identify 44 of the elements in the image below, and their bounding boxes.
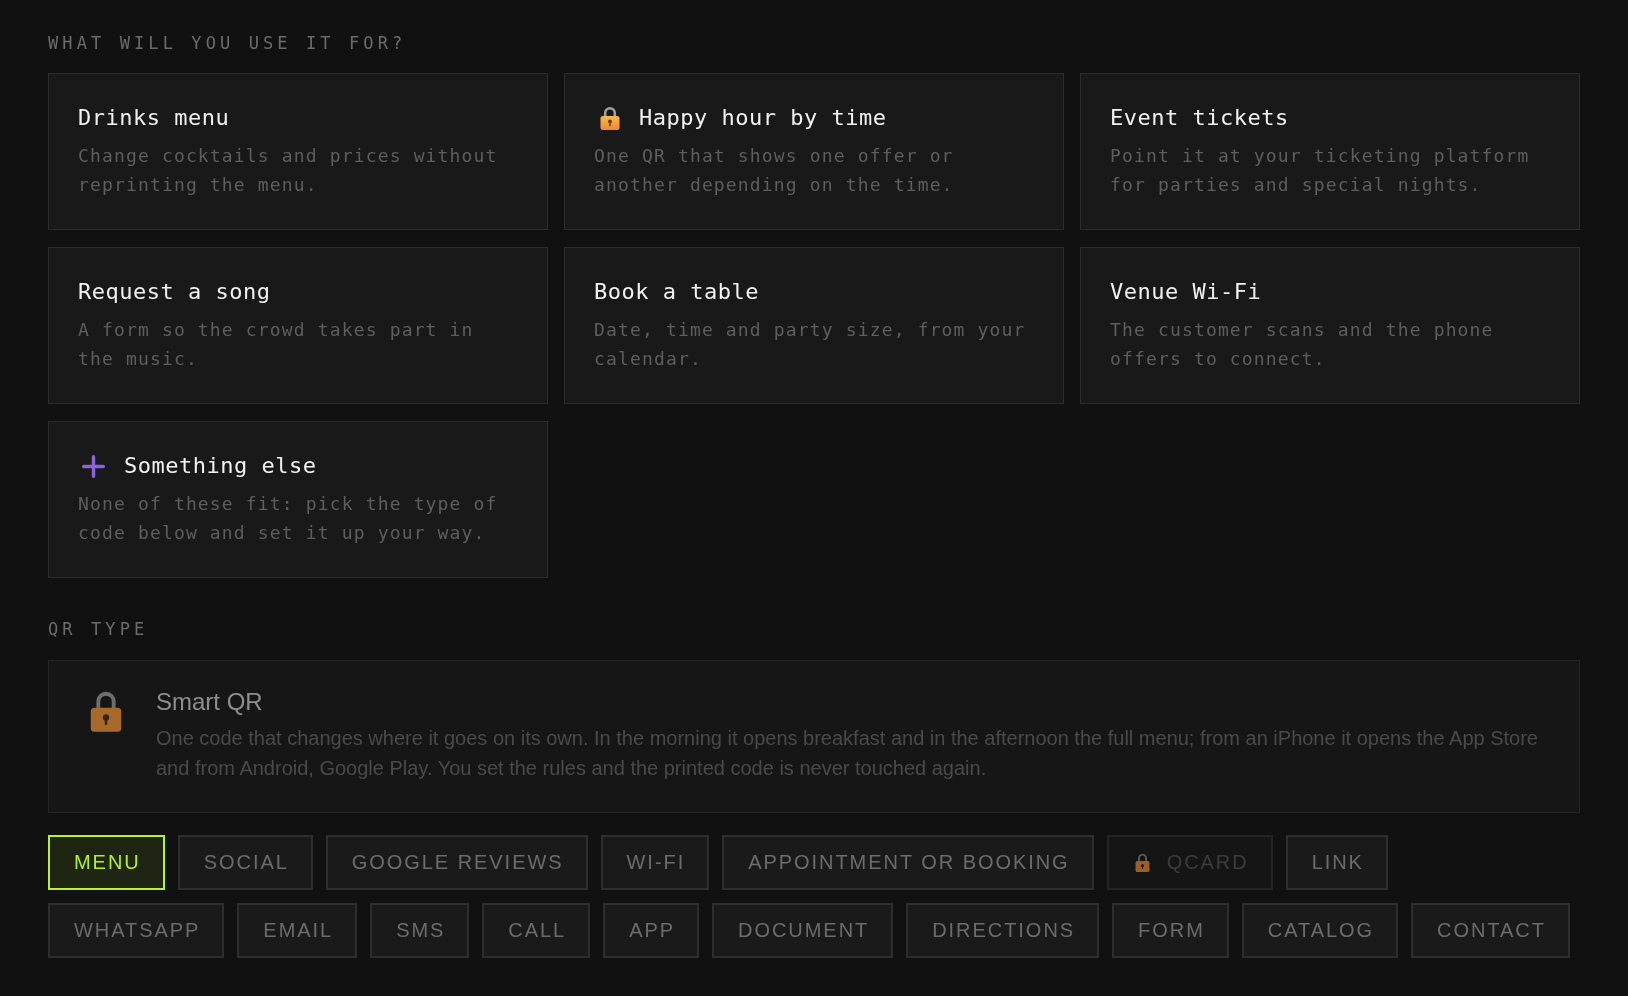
smart-qr-title: Smart QR: [156, 687, 263, 717]
qr-type-tab[interactable]: SOCIAL: [177, 835, 313, 890]
use-case-card[interactable]: Happy hour by time One QR that shows one offer or another depending on the time.: [564, 73, 1064, 230]
card-description: None of these fit: pick the type of code below and set it up your way.: [78, 492, 499, 545]
use-case-card[interactable]: Drinks menu Change cocktails and prices without reprinting the menu.: [48, 73, 548, 230]
use-case-card[interactable]: Request a song A form so the crowd takes part in the music.: [48, 247, 548, 404]
lock-icon: [90, 690, 122, 732]
qr-type-tab[interactable]: WHATSAPP: [48, 903, 225, 958]
qr-type-tab[interactable]: CONTACT: [1411, 903, 1570, 958]
card-title: Something else: [124, 452, 317, 480]
card-title: Happy hour by time: [639, 104, 887, 132]
qr-type-tab[interactable]: APP: [603, 903, 700, 958]
qr-type-tab[interactable]: DOCUMENT: [712, 903, 894, 958]
card-title: Event tickets: [1110, 104, 1289, 132]
card-title: Book a table: [594, 278, 759, 306]
qr-type-tab[interactable]: APPOINTMENT OR BOOKING: [722, 835, 1094, 890]
qr-type-tab[interactable]: WI-FI: [600, 835, 710, 890]
card-description: A form so the crowd takes part in the music.: [78, 318, 475, 371]
card-description: One QR that shows one offer or another depending on the time.: [594, 144, 955, 197]
use-case-card[interactable]: Something else None of these fit: pick the type of code below and set it up your way.: [48, 421, 548, 578]
use-case-card[interactable]: Venue Wi-Fi The customer scans and the phone offers to connect.: [1080, 247, 1580, 404]
lock-icon: [1134, 853, 1150, 872]
qr-type-tab[interactable]: CATALOG: [1241, 903, 1398, 958]
qr-type-tab[interactable]: FORM: [1112, 903, 1229, 958]
card-description: Point it at your ticketing platform for parties and special nights.: [1110, 144, 1531, 197]
card-title: Venue Wi-Fi: [1110, 278, 1262, 306]
qr-type-tab[interactable]: CALL: [482, 903, 591, 958]
use-case-card[interactable]: Event tickets Point it at your ticketing platform for parties and special nights.: [1080, 73, 1580, 230]
plus-icon: [82, 454, 105, 478]
card-title: Drinks menu: [78, 104, 230, 132]
qr-type-tab[interactable]: EMAIL: [237, 903, 358, 958]
qr-type-tab[interactable]: LINK: [1285, 835, 1388, 890]
lock-icon: [600, 106, 620, 130]
qr-type-tab[interactable]: DIRECTIONS: [906, 903, 1100, 958]
section-label: QR TYPE: [48, 619, 149, 639]
section-label: WHAT WILL YOU USE IT FOR?: [48, 33, 407, 53]
card-description: Date, time and party size, from your calendar.: [594, 318, 1027, 371]
qr-type-tab[interactable]: SMS: [370, 903, 470, 958]
card-description: Change cocktails and prices without reprinting the menu.: [78, 144, 499, 197]
qr-type-tab[interactable]: MENU: [48, 835, 165, 890]
card-description: The customer scans and the phone offers to connect.: [1110, 318, 1495, 371]
use-case-card[interactable]: Book a table Date, time and party size, from your calendar.: [564, 247, 1064, 404]
card-title: Request a song: [78, 278, 271, 306]
qr-type-tab[interactable]: GOOGLE REVIEWS: [325, 835, 588, 890]
